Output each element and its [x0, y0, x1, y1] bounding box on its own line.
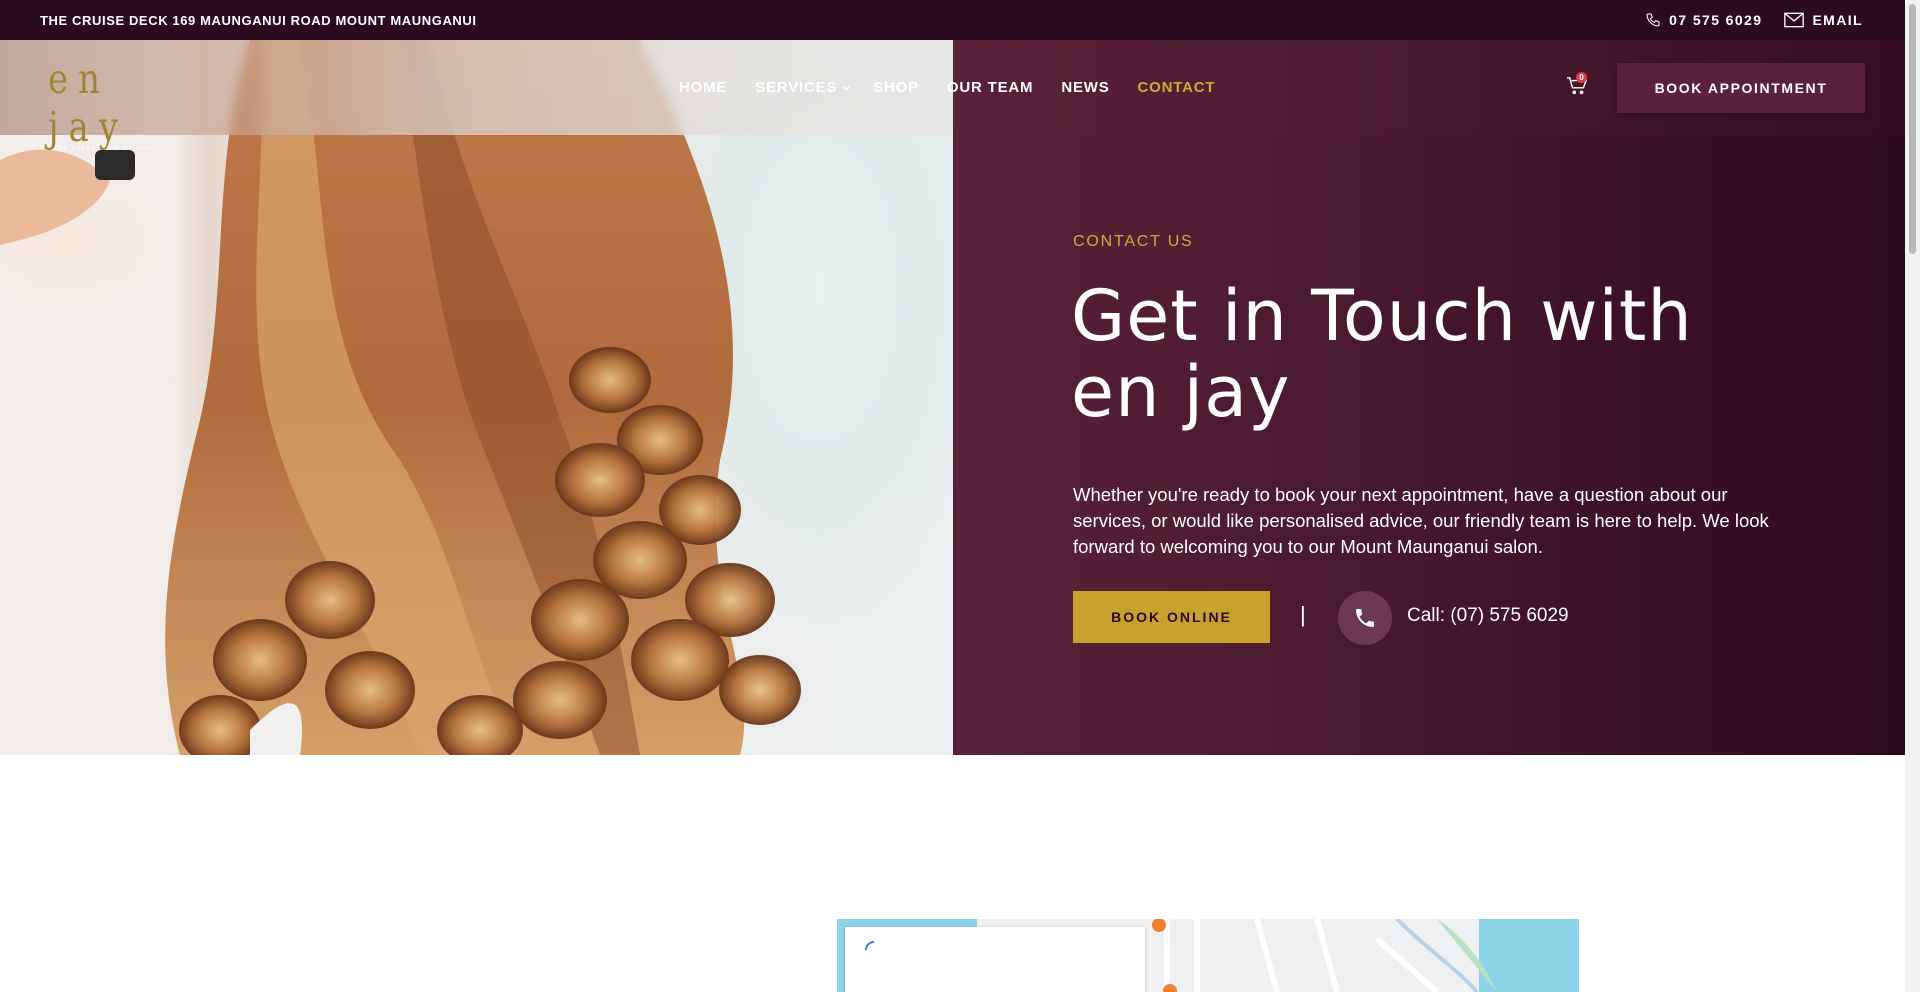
nav-menu: HOME SERVICES SHOP OUR TEAM NEWS CONTACT: [679, 40, 1243, 135]
action-divider: |: [1300, 602, 1306, 627]
salon-address: THE CRUISE DECK 169 MAUNGANUI ROAD MOUNT…: [40, 12, 477, 28]
top-contacts: 07 575 6029 EMAIL: [1645, 12, 1863, 28]
phone-icon: [1646, 13, 1660, 27]
page-title: Get in Touch with en jay: [1071, 275, 1693, 433]
hero-section: CONTACT US Get in Touch with en jay Whet…: [0, 40, 1905, 755]
top-email-link[interactable]: EMAIL: [1784, 12, 1863, 28]
cart-count-badge: 0: [1576, 72, 1587, 83]
nav-item-contact[interactable]: CONTACT: [1138, 79, 1216, 96]
page-scrollbar[interactable]: [1905, 0, 1920, 992]
top-email-label: EMAIL: [1812, 12, 1863, 28]
site-logo[interactable]: en jay THE EXPERIENCE OF HAIR: [48, 56, 160, 152]
nav-item-services[interactable]: SERVICES: [755, 79, 851, 96]
nav-item-home[interactable]: HOME: [679, 79, 727, 96]
top-phone-link[interactable]: 07 575 6029: [1645, 12, 1762, 28]
nav-item-shop[interactable]: SHOP: [873, 79, 919, 96]
call-link[interactable]: Call: (07) 575 6029: [1407, 605, 1569, 627]
nav-item-services-label: SERVICES: [755, 79, 838, 96]
contact-eyebrow: CONTACT US: [1073, 233, 1194, 250]
top-phone-number: 07 575 6029: [1669, 12, 1763, 28]
hero-description: Whether you're ready to book your next a…: [1073, 484, 1769, 557]
book-appointment-button[interactable]: BOOK APPOINTMENT: [1617, 63, 1865, 113]
loading-spinner-icon: [865, 941, 875, 951]
phone-icon: [1356, 609, 1374, 627]
logo-mark: en jay: [48, 56, 129, 152]
nav-item-news[interactable]: NEWS: [1061, 79, 1109, 96]
map-info-card: [845, 927, 1145, 992]
nav-item-our-team[interactable]: OUR TEAM: [947, 79, 1033, 96]
scrollbar-thumb[interactable]: [1909, 4, 1916, 254]
book-online-button[interactable]: BOOK ONLINE: [1073, 591, 1270, 643]
chevron-down-icon: [842, 85, 850, 91]
envelope-icon: [1784, 12, 1805, 28]
top-bar: THE CRUISE DECK 169 MAUNGANUI ROAD MOUNT…: [0, 0, 1905, 40]
call-button[interactable]: [1338, 591, 1392, 645]
cart-button[interactable]: 0: [1566, 72, 1590, 98]
location-map[interactable]: [837, 919, 1579, 992]
main-navigation: en jay THE EXPERIENCE OF HAIR HOME SERVI…: [0, 40, 1905, 152]
